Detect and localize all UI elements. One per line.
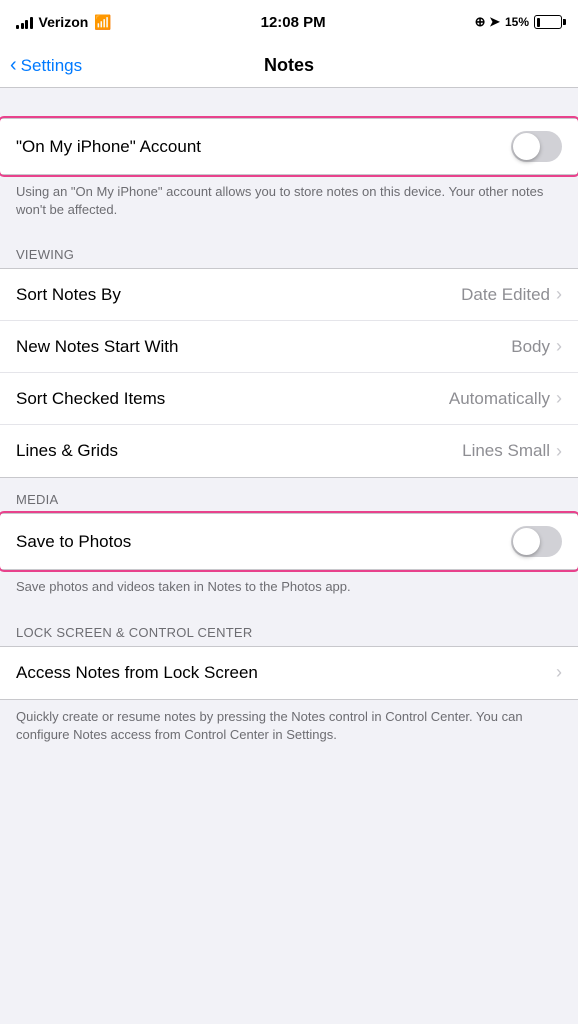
lock-screen-description: Quickly create or resume notes by pressi… bbox=[0, 700, 578, 758]
chevron-right-icon: › bbox=[556, 662, 562, 683]
signal-bar-2 bbox=[21, 23, 24, 29]
new-notes-row[interactable]: New Notes Start With Body › bbox=[0, 321, 578, 373]
new-notes-value: Body bbox=[511, 337, 550, 357]
save-to-photos-toggle[interactable] bbox=[511, 526, 562, 557]
sort-checked-label: Sort Checked Items bbox=[16, 389, 449, 409]
status-bar-time: 12:08 PM bbox=[261, 14, 326, 31]
lines-grids-label: Lines & Grids bbox=[16, 441, 462, 461]
save-to-photos-label: Save to Photos bbox=[16, 532, 511, 552]
sort-notes-value: Date Edited bbox=[461, 285, 550, 305]
on-my-iphone-label: "On My iPhone" Account bbox=[16, 137, 511, 157]
viewing-table: Sort Notes By Date Edited › New Notes St… bbox=[0, 268, 578, 478]
sort-checked-value: Automatically bbox=[449, 389, 550, 409]
chevron-right-icon: › bbox=[556, 284, 562, 305]
location-icon: ⊕ ➤ bbox=[475, 14, 500, 30]
media-section: MEDIA Save to Photos Save photos and vid… bbox=[0, 478, 578, 610]
battery-icon bbox=[534, 15, 562, 29]
sort-notes-row[interactable]: Sort Notes By Date Edited › bbox=[0, 269, 578, 321]
on-my-iphone-toggle[interactable] bbox=[511, 131, 562, 162]
lock-screen-table: Access Notes from Lock Screen › bbox=[0, 646, 578, 700]
lines-grids-row[interactable]: Lines & Grids Lines Small › bbox=[0, 425, 578, 477]
viewing-header: VIEWING bbox=[0, 233, 578, 268]
chevron-right-icon: › bbox=[556, 441, 562, 462]
save-to-photos-highlight: Save to Photos bbox=[0, 513, 578, 570]
media-header: MEDIA bbox=[0, 478, 578, 513]
page-title: Notes bbox=[264, 55, 314, 76]
status-bar-right: ⊕ ➤ 15% bbox=[475, 14, 562, 30]
settings-content: "On My iPhone" Account Using an "On My i… bbox=[0, 88, 578, 758]
nav-bar: ‹ Settings Notes bbox=[0, 44, 578, 88]
carrier-label: Verizon bbox=[39, 14, 89, 30]
on-my-iphone-row: "On My iPhone" Account bbox=[0, 119, 578, 174]
wifi-icon: 📶 bbox=[94, 14, 111, 31]
access-notes-row[interactable]: Access Notes from Lock Screen › bbox=[0, 647, 578, 699]
save-to-photos-row: Save to Photos bbox=[0, 514, 578, 569]
status-bar: Verizon 📶 12:08 PM ⊕ ➤ 15% bbox=[0, 0, 578, 44]
on-my-iphone-section: "On My iPhone" Account bbox=[0, 118, 578, 175]
signal-bar-4 bbox=[30, 17, 33, 29]
viewing-section: VIEWING Sort Notes By Date Edited › New … bbox=[0, 233, 578, 478]
chevron-right-icon: › bbox=[556, 336, 562, 357]
lines-grids-value: Lines Small bbox=[462, 441, 550, 461]
status-bar-left: Verizon 📶 bbox=[16, 14, 112, 31]
signal-bar-3 bbox=[25, 20, 28, 29]
new-notes-label: New Notes Start With bbox=[16, 337, 511, 357]
on-my-iphone-group: "On My iPhone" Account bbox=[0, 118, 578, 175]
sort-checked-row[interactable]: Sort Checked Items Automatically › bbox=[0, 373, 578, 425]
back-button[interactable]: ‹ Settings bbox=[10, 56, 82, 76]
battery-percent: 15% bbox=[505, 15, 529, 29]
sort-notes-label: Sort Notes By bbox=[16, 285, 461, 305]
media-table: Save to Photos bbox=[0, 513, 578, 570]
lock-screen-section: LOCK SCREEN & CONTROL CENTER Access Note… bbox=[0, 611, 578, 758]
back-chevron-icon: ‹ bbox=[10, 55, 17, 75]
access-notes-label: Access Notes from Lock Screen bbox=[16, 663, 556, 683]
save-to-photos-description: Save photos and videos taken in Notes to… bbox=[0, 570, 578, 610]
signal-bars-icon bbox=[16, 15, 33, 29]
on-my-iphone-description: Using an "On My iPhone" account allows y… bbox=[0, 175, 578, 233]
chevron-right-icon: › bbox=[556, 388, 562, 409]
back-label: Settings bbox=[21, 56, 82, 76]
signal-bar-1 bbox=[16, 25, 19, 29]
lock-screen-header: LOCK SCREEN & CONTROL CENTER bbox=[0, 611, 578, 646]
